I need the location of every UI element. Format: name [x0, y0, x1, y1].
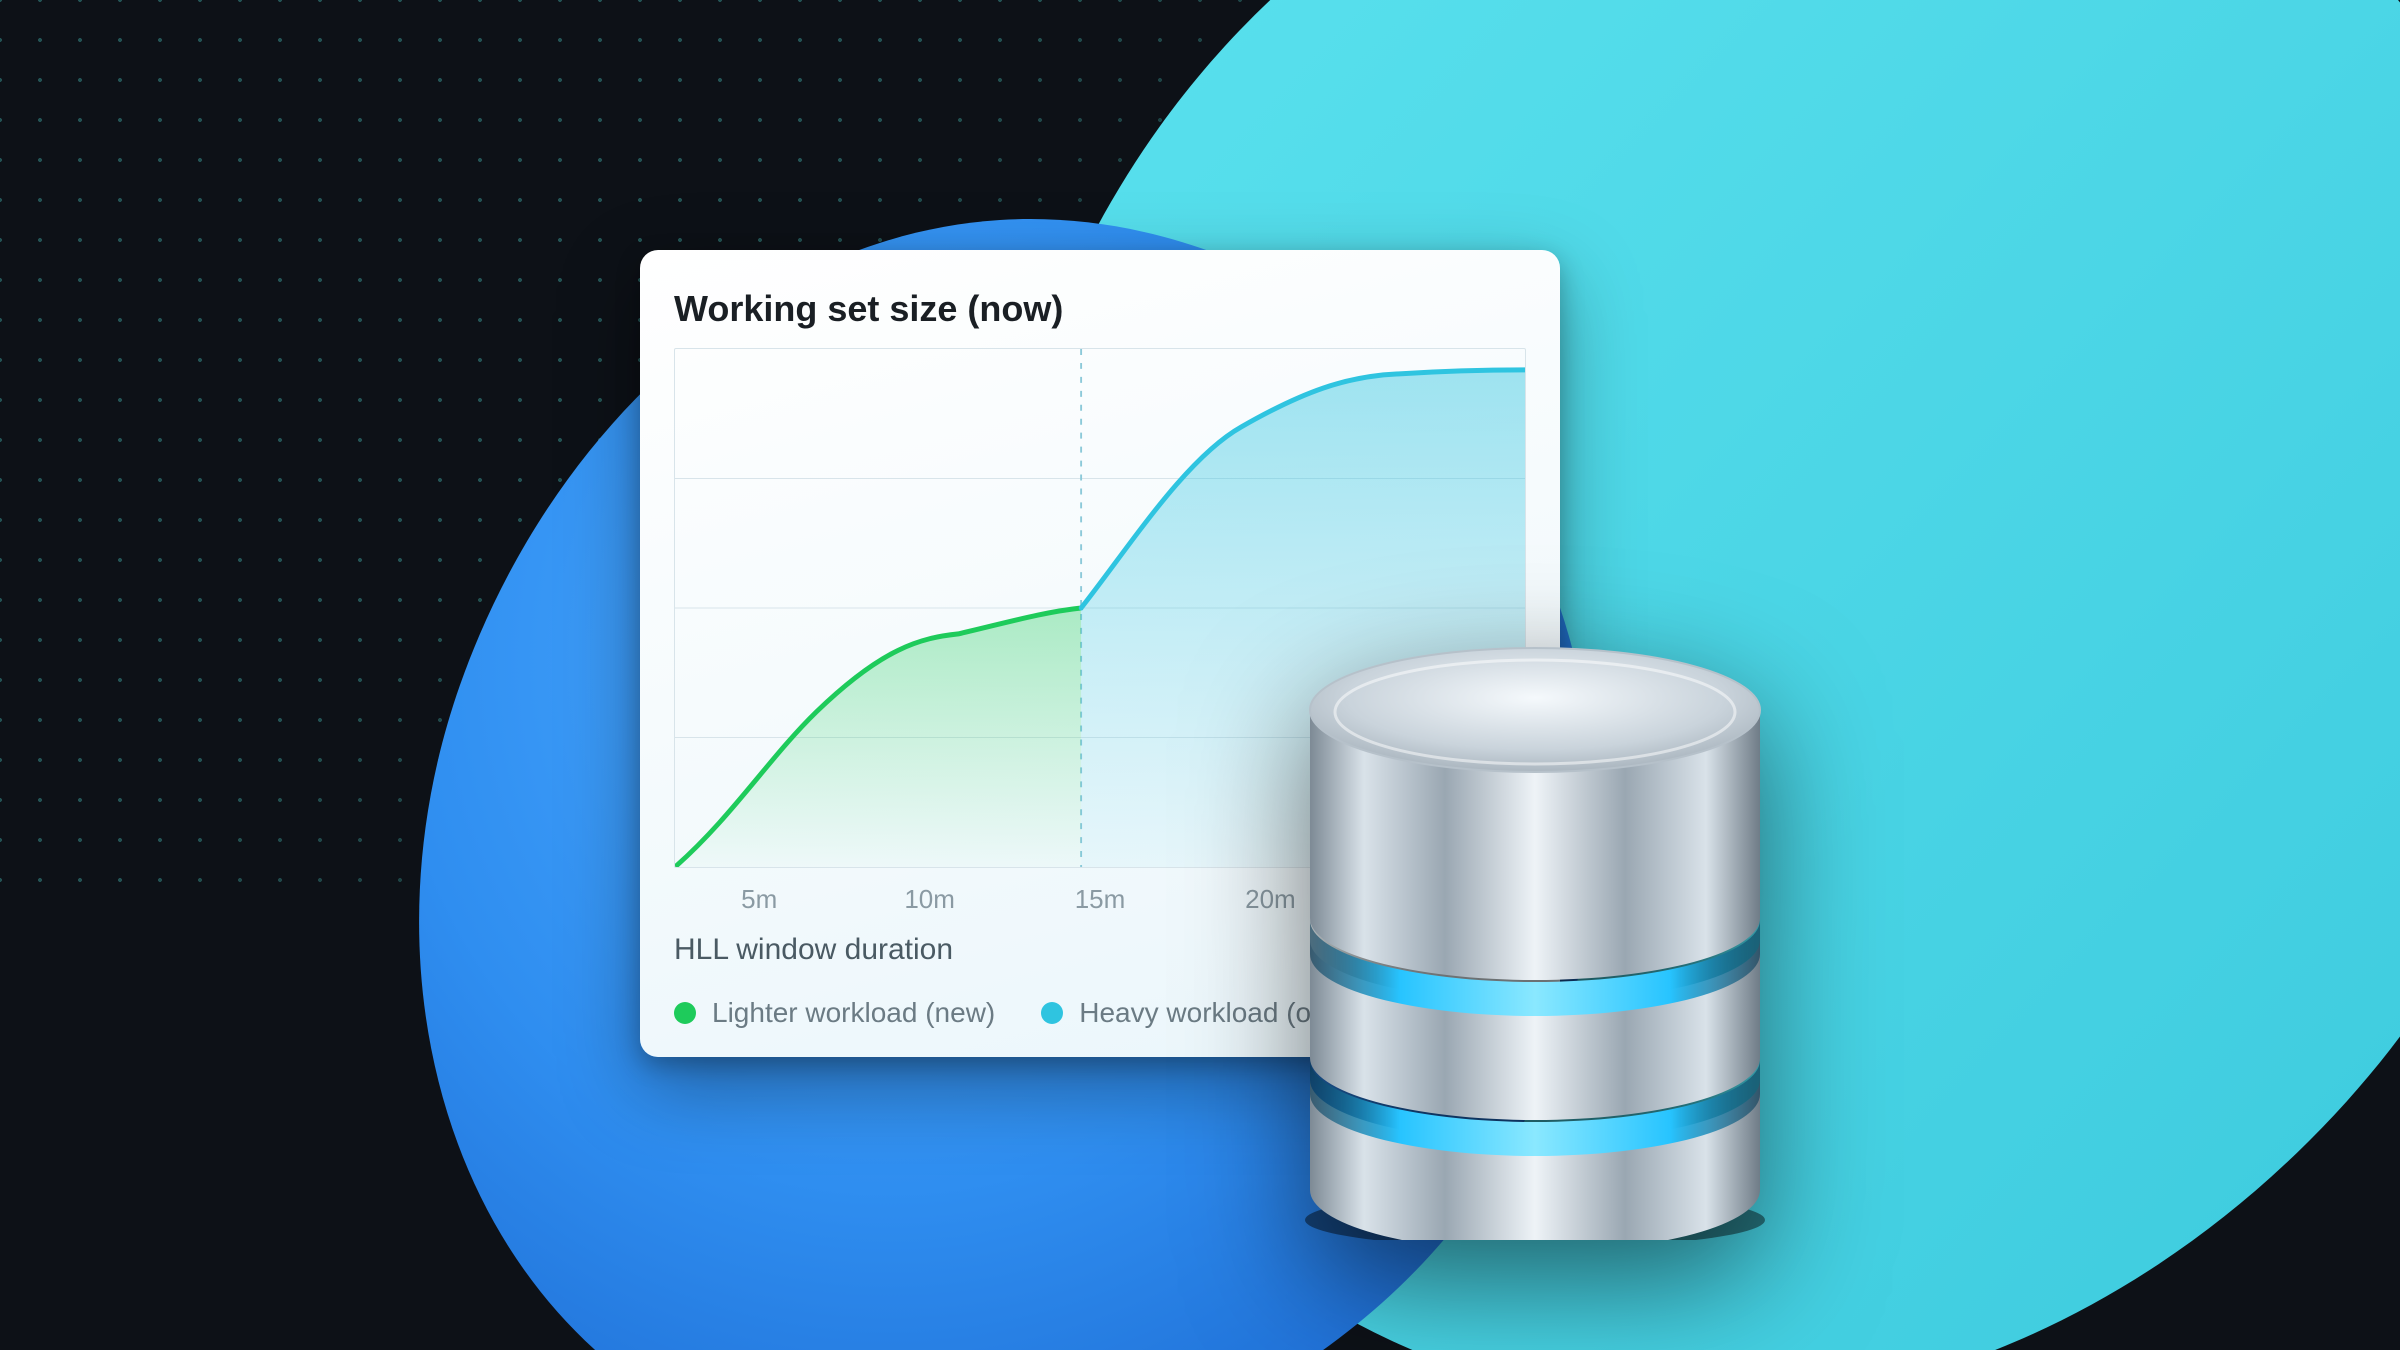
database-icon [1290, 620, 1780, 1240]
xtick: 5m [674, 884, 844, 915]
xtick: 15m [1015, 884, 1185, 915]
legend-swatch-icon [674, 1002, 696, 1024]
chart-title: Working set size (now) [674, 288, 1526, 330]
legend-label: Lighter workload (new) [712, 997, 995, 1029]
xtick: 10m [844, 884, 1014, 915]
legend-item-lighter: Lighter workload (new) [674, 997, 995, 1029]
legend-swatch-icon [1041, 1002, 1063, 1024]
